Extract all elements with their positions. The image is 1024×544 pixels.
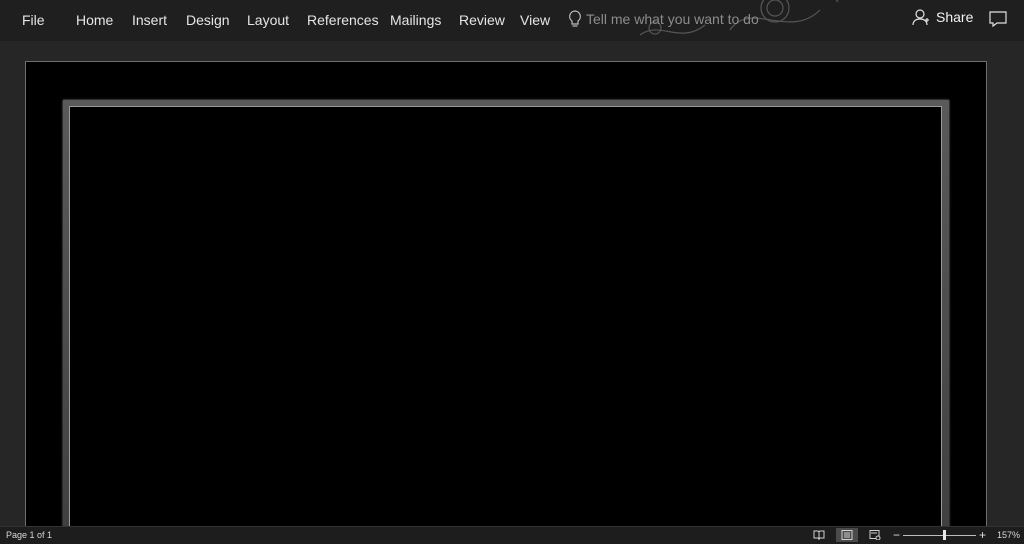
- document-page[interactable]: [25, 61, 987, 526]
- zoom-slider-thumb[interactable]: [943, 530, 946, 540]
- read-mode-icon: [813, 530, 825, 540]
- tab-mailings[interactable]: Mailings: [390, 12, 441, 28]
- page-border-inner: [69, 106, 942, 526]
- share-button[interactable]: Share: [912, 8, 973, 26]
- tab-home[interactable]: Home: [76, 12, 113, 28]
- zoom-out-button[interactable]: −: [893, 527, 900, 543]
- comment-icon[interactable]: [989, 10, 1007, 28]
- document-canvas[interactable]: [0, 41, 1024, 526]
- person-add-icon: [912, 9, 929, 26]
- tell-me-placeholder[interactable]: Tell me what you want to do: [586, 11, 759, 27]
- tab-layout[interactable]: Layout: [247, 12, 289, 28]
- lightbulb-icon: [569, 10, 581, 27]
- tell-me-search[interactable]: Tell me what you want to do: [568, 10, 759, 28]
- page-border-frame: [63, 100, 949, 526]
- web-layout-button[interactable]: [864, 528, 886, 542]
- tab-references[interactable]: References: [307, 12, 379, 28]
- share-label: Share: [936, 9, 974, 25]
- tab-insert[interactable]: Insert: [132, 12, 167, 28]
- print-layout-icon: [841, 530, 853, 540]
- page-count[interactable]: Page 1 of 1: [6, 530, 52, 540]
- read-mode-button[interactable]: [808, 528, 830, 542]
- print-layout-button[interactable]: [836, 528, 858, 542]
- tab-file[interactable]: File: [22, 12, 45, 28]
- status-bar: Page 1 of 1 − + 157%: [0, 526, 1024, 544]
- tab-review[interactable]: Review: [459, 12, 505, 28]
- zoom-in-button[interactable]: +: [979, 527, 986, 543]
- web-layout-icon: [869, 530, 881, 540]
- tab-view[interactable]: View: [520, 12, 550, 28]
- zoom-level[interactable]: 157%: [997, 530, 1020, 540]
- ribbon: File Home Insert Design Layout Reference…: [0, 0, 1024, 41]
- zoom-slider-track[interactable]: [903, 535, 976, 536]
- tab-design[interactable]: Design: [186, 12, 230, 28]
